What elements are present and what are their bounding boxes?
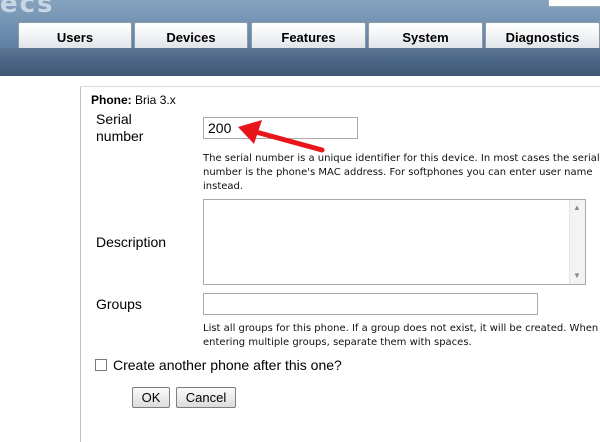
annotation-arrow-icon: [238, 120, 325, 153]
arrow-shaft: [253, 129, 325, 153]
